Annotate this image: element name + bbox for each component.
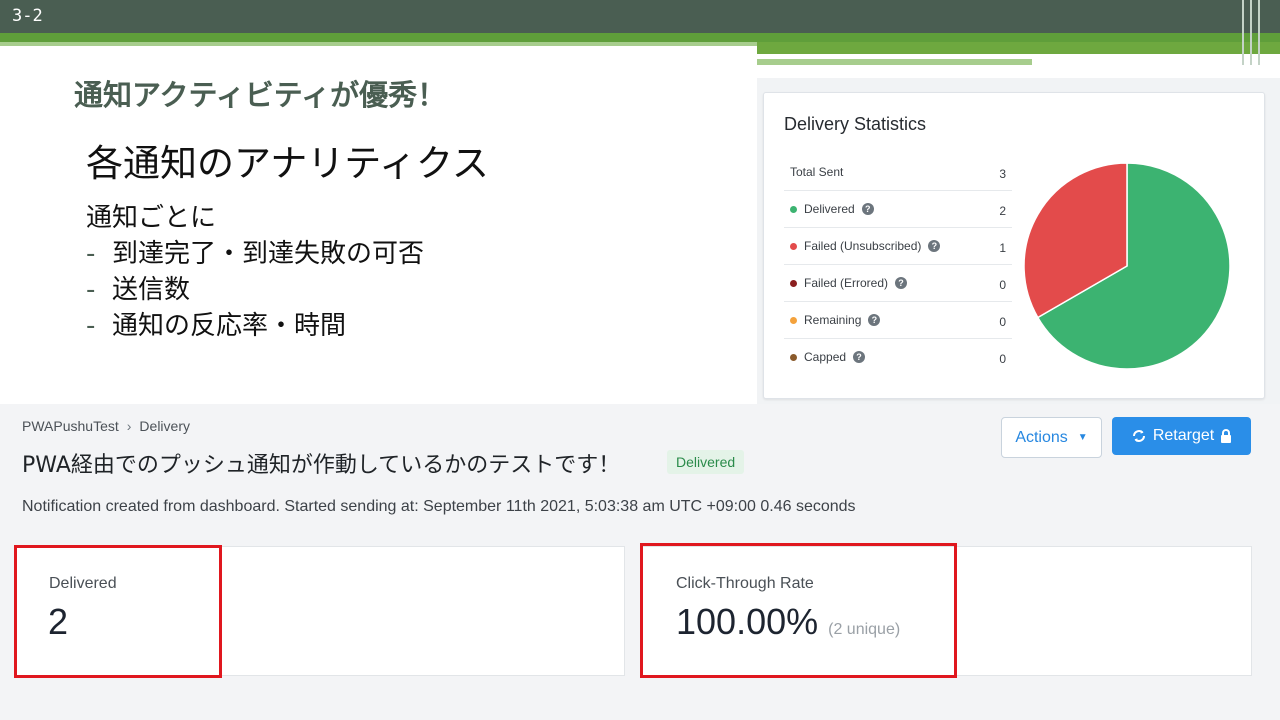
header-decoration <box>1258 0 1260 65</box>
actions-dropdown-button[interactable]: Actions ▼ <box>1001 417 1102 458</box>
highlight-box <box>640 543 957 678</box>
slide-bullet: - 通知の反応率・時間 <box>86 308 424 344</box>
help-icon[interactable]: ? <box>853 351 866 363</box>
retarget-label: Retarget <box>1152 427 1215 444</box>
stat-row-remaining: Remaining ? 0 <box>784 301 1012 339</box>
slide-header-bar: 3-2 <box>0 0 1280 33</box>
remaining-dot-icon <box>790 316 797 324</box>
help-icon[interactable]: ? <box>861 203 874 215</box>
delivered-dot-icon <box>790 205 797 213</box>
notification-title: PWA経由でのプッシュ通知が作動しているかのテストです！ <box>22 453 621 478</box>
stat-value: 2 <box>999 204 1006 218</box>
slide-bullet: - 到達完了・到達失敗の可否 <box>86 236 424 272</box>
bullet-marker: - <box>86 239 96 269</box>
bullet-marker: - <box>86 311 96 341</box>
stat-row-failed-errored: Failed (Errored) ? 0 <box>784 264 1012 302</box>
stat-label: Total Sent <box>790 165 844 179</box>
slide-intro: 通知ごとに <box>86 203 217 233</box>
header-decoration <box>1250 0 1252 65</box>
header-accent-line-right <box>757 42 1280 54</box>
help-icon[interactable]: ? <box>895 277 908 289</box>
actions-label: Actions <box>1015 428 1068 446</box>
refresh-icon <box>1132 430 1145 442</box>
breadcrumb: PWAPushuTest › Delivery <box>22 418 190 434</box>
header-accent-line <box>0 33 1280 42</box>
bullet-text: 到達完了・到達失敗の可否 <box>112 239 425 269</box>
card-title: Delivery Statistics <box>784 114 927 134</box>
header-light-line <box>0 42 757 46</box>
stat-value: 0 <box>999 278 1006 292</box>
stat-row-failed-unsubscribed: Failed (Unsubscribed) ? 1 <box>784 227 1012 265</box>
delivery-statistics-card: Delivery Statistics Total Sent 3 Deliver… <box>763 92 1265 399</box>
stat-row-delivered: Delivered ? 2 <box>784 190 1012 228</box>
failed-errored-dot-icon <box>790 279 797 287</box>
slide-bullet: - 送信数 <box>86 272 424 308</box>
stat-value: 0 <box>999 352 1006 366</box>
retarget-button[interactable]: Retarget <box>1112 417 1251 455</box>
slide-subtitle: 通知アクティビティが優秀！ <box>74 78 447 112</box>
stat-label: Failed (Errored) <box>804 276 889 290</box>
breadcrumb-delivery-link[interactable]: Delivery <box>139 418 190 434</box>
stat-value: 1 <box>999 241 1006 255</box>
stat-label: Remaining <box>804 313 862 327</box>
breadcrumb-app-link[interactable]: PWAPushuTest <box>22 418 119 434</box>
delivery-pie-chart <box>1023 162 1231 370</box>
bullet-text: 通知の反応率・時間 <box>112 311 347 341</box>
help-icon[interactable]: ? <box>928 240 941 252</box>
slide-body: 通知ごとに - 到達完了・到達失敗の可否 - 送信数 - 通知の反応率・時間 <box>86 200 424 344</box>
chevron-right-icon: › <box>126 418 132 434</box>
header-decoration <box>1242 0 1244 65</box>
stat-row-capped: Capped ? 0 <box>784 338 1012 375</box>
highlight-box <box>14 545 222 678</box>
caret-down-icon: ▼ <box>1077 432 1088 443</box>
help-icon[interactable]: ? <box>868 314 881 326</box>
bullet-marker: - <box>86 275 96 305</box>
bullet-text: 送信数 <box>112 275 191 305</box>
failed-unsubscribed-dot-icon <box>790 242 797 250</box>
stat-label: Delivered <box>804 202 855 216</box>
stat-label: Capped <box>804 350 847 364</box>
notification-description: Notification created from dashboard. Sta… <box>22 498 856 515</box>
slide-heading: 各通知のアナリティクス <box>86 142 489 185</box>
header-thin-line-green <box>757 59 1032 65</box>
lock-icon <box>1221 429 1232 443</box>
stat-value: 3 <box>999 167 1006 181</box>
status-badge: Delivered <box>667 450 745 474</box>
stat-value: 0 <box>999 315 1006 329</box>
capped-dot-icon <box>790 353 797 361</box>
slide-number: 3-2 <box>12 6 43 26</box>
stat-row-total-sent: Total Sent 3 <box>784 153 1012 191</box>
stat-label: Failed (Unsubscribed) <box>804 239 922 253</box>
